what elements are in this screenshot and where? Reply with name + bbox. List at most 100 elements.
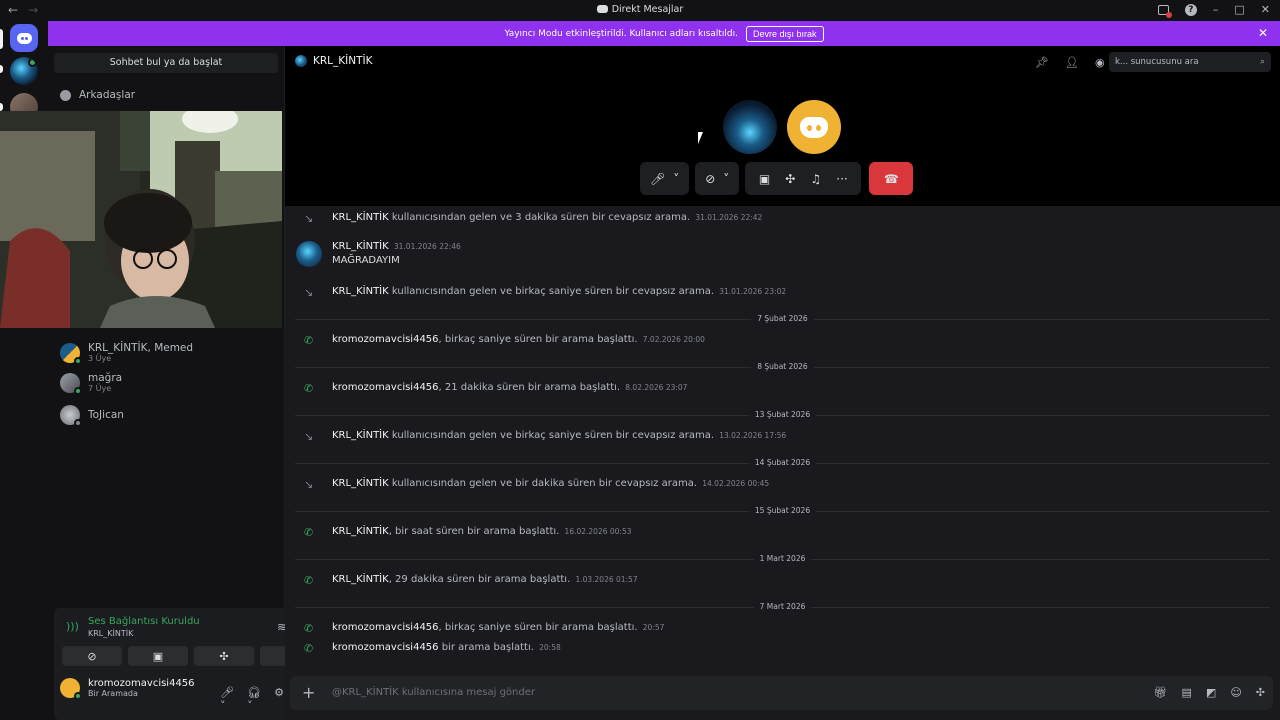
date-separator: 7 Mart 2026: [285, 602, 1280, 612]
voice-status[interactable]: Ses Bağlantısı Kuruldu: [88, 616, 200, 627]
webcam-image: [0, 111, 282, 328]
call-area: KRL_KİNTİK 📌︎ 👤︎ ◉ k... sunucusunu ara ⌕…: [285, 46, 1280, 206]
call-text: kullanıcısından gelen ve bir dakika süre…: [388, 478, 698, 489]
sticker-icon[interactable]: ◩: [1206, 686, 1216, 699]
discord-logo-icon: [16, 32, 32, 44]
apps-icon[interactable]: ✣: [1256, 686, 1265, 699]
window-title-text: Direkt Mesajlar: [611, 4, 684, 15]
streamer-mode-banner: Yayıncı Modu etkinleştirildi. Kullanıcı …: [48, 21, 1280, 46]
author-name[interactable]: KRL_KİNTİK: [332, 241, 389, 252]
direct-messages-home-button[interactable]: [10, 24, 38, 52]
find-conversation-button[interactable]: Sohbet bul ya da başlat: [54, 53, 278, 73]
window-title: Direkt Mesajlar: [0, 4, 1280, 15]
camera-button[interactable]: ⊘ ˅: [695, 162, 740, 195]
message-list: ↘ KRL_KİNTİK kullanıcısından gelen ve 3 …: [285, 208, 1280, 668]
dm-name: KRL_KİNTİK, Memed: [88, 342, 194, 354]
author-name[interactable]: kromozomavcisi4456: [332, 382, 439, 393]
window-controls: ? – □ ✕: [1157, 3, 1270, 18]
timestamp: 8.02.2026 23:07: [625, 383, 688, 392]
dm-item[interactable]: ToJican: [60, 405, 124, 427]
gif-icon[interactable]: ▤: [1182, 686, 1192, 699]
screen-share-icon[interactable]: ▣: [759, 172, 770, 186]
call-text: , birkaç saniye süren bir arama başlattı…: [438, 622, 638, 633]
mouse-cursor: [698, 132, 708, 144]
maximize-icon[interactable]: □: [1234, 3, 1244, 16]
sidebar-item-friends[interactable]: Arkadaşlar: [60, 89, 135, 101]
author-name[interactable]: KRL_KİNTİK: [332, 526, 389, 537]
status-dot: [74, 387, 82, 395]
author-name[interactable]: KRL_KİNTİK: [332, 430, 389, 441]
add-friend-icon[interactable]: 👤︎: [1065, 56, 1079, 69]
date-label: 1 Mart 2026: [753, 554, 812, 563]
date-separator: 8 Şubat 2026: [285, 362, 1280, 372]
date-label: 7 Şubat 2026: [751, 314, 814, 323]
headphones-icon[interactable]: 🎧︎ ˅: [247, 686, 262, 712]
pin-icon[interactable]: 📌︎: [1035, 56, 1049, 69]
call-text: , 21 dakika süren bir arama başlattı.: [438, 382, 621, 393]
dm-main: KRL_KİNTİK 📌︎ 👤︎ ◉ k... sunucusunu ara ⌕…: [285, 46, 1280, 720]
more-options-icon[interactable]: ···: [836, 172, 847, 186]
author-name[interactable]: KRL_KİNTİK: [332, 212, 389, 223]
date-label: 7 Mart 2026: [753, 602, 812, 611]
disable-streamer-mode-button[interactable]: Devre dışı bırak: [746, 25, 824, 42]
settings-gear-icon[interactable]: ⚙: [274, 686, 284, 712]
date-separator: 14 Şubat 2026: [285, 458, 1280, 468]
author-avatar[interactable]: [296, 241, 322, 267]
webcam-overlay[interactable]: [0, 111, 282, 328]
search-input[interactable]: k... sunucusunu ara ⌕: [1109, 52, 1271, 72]
activities-icon[interactable]: ✣: [785, 172, 795, 186]
date-label: 13 Şubat 2026: [748, 410, 817, 419]
message-text: kromozomavcisi4456, 21 dakika süren bir …: [332, 382, 687, 393]
chevron-down-icon[interactable]: ˅: [673, 172, 679, 186]
missed-call-icon: ↘: [304, 478, 314, 491]
author-name[interactable]: kromozomavcisi4456: [332, 642, 439, 653]
minimize-icon[interactable]: –: [1213, 3, 1219, 16]
message-text: KRL_KİNTİK, 29 dakika süren bir arama ba…: [332, 574, 638, 585]
call-icon: ✆: [304, 334, 314, 347]
microphone-icon[interactable]: 🎤︎ ˅: [220, 686, 235, 712]
banner-text: Yayıncı Modu etkinleştirildi. Kullanıcı …: [504, 28, 739, 39]
author-name[interactable]: KRL_KİNTİK: [332, 286, 389, 297]
status-dot: [74, 357, 82, 365]
status-dot: [74, 419, 82, 427]
emoji-icon[interactable]: ☺: [1230, 686, 1241, 699]
message-body: MAĞRADAYIM: [332, 255, 400, 266]
screen-share-indicator-icon[interactable]: [1157, 4, 1172, 18]
author-name[interactable]: KRL_KİNTİK: [332, 478, 389, 489]
call-icon: ✆: [304, 574, 314, 587]
chevron-down-icon[interactable]: ˅: [723, 172, 729, 186]
date-separator: 15 Şubat 2026: [285, 506, 1280, 516]
user-panel[interactable]: kromozomavcisi4456 Bir Aramada: [60, 678, 195, 700]
share-screen-button[interactable]: ▣: [128, 646, 188, 666]
missed-call-icon: ↘: [304, 430, 314, 443]
server-avatar[interactable]: [10, 57, 38, 85]
message-composer[interactable]: + @KRL_KİNTİK kullanıcısına mesaj gönder…: [290, 676, 1273, 710]
hang-up-button[interactable]: ☎: [869, 162, 914, 195]
mute-button[interactable]: 🎤︎ ˅: [640, 162, 690, 195]
close-banner-icon[interactable]: ✕: [1258, 26, 1268, 40]
camera-off-button[interactable]: ⊘: [62, 646, 122, 666]
author-name[interactable]: KRL_KİNTİK: [332, 574, 389, 585]
author-name[interactable]: kromozomavcisi4456: [332, 334, 439, 345]
participant-avatar[interactable]: [787, 100, 841, 154]
friends-label: Arkadaşlar: [79, 89, 136, 101]
soundboard-icon[interactable]: ♫: [810, 172, 821, 186]
author-name[interactable]: kromozomavcisi4456: [332, 622, 439, 633]
add-attachment-icon[interactable]: +: [302, 683, 315, 702]
hang-up-icon: ☎: [883, 171, 899, 186]
activities-button[interactable]: ✣: [194, 646, 254, 666]
participant-avatar[interactable]: [723, 100, 777, 154]
call-text: , birkaç saniye süren bir arama başlattı…: [438, 334, 638, 345]
channel-title[interactable]: KRL_KİNTİK: [313, 55, 373, 67]
help-icon[interactable]: ?: [1184, 3, 1197, 16]
missed-call-icon: ↘: [304, 286, 314, 299]
user-profile-icon[interactable]: ◉: [1095, 56, 1105, 69]
close-window-icon[interactable]: ✕: [1261, 3, 1270, 16]
call-text: , 29 dakika süren bir arama başlattı.: [388, 574, 571, 585]
gift-icon[interactable]: 🎁︎: [1154, 686, 1168, 699]
dm-item[interactable]: mağra 7 Üye: [60, 373, 122, 395]
message-input[interactable]: @KRL_KİNTİK kullanıcısına mesaj gönder: [332, 687, 535, 698]
date-separator: 1 Mart 2026: [285, 554, 1280, 564]
timestamp: 16.02.2026 00:53: [564, 527, 632, 536]
dm-item[interactable]: KRL_KİNTİK, Memed 3 Üye: [60, 342, 194, 365]
